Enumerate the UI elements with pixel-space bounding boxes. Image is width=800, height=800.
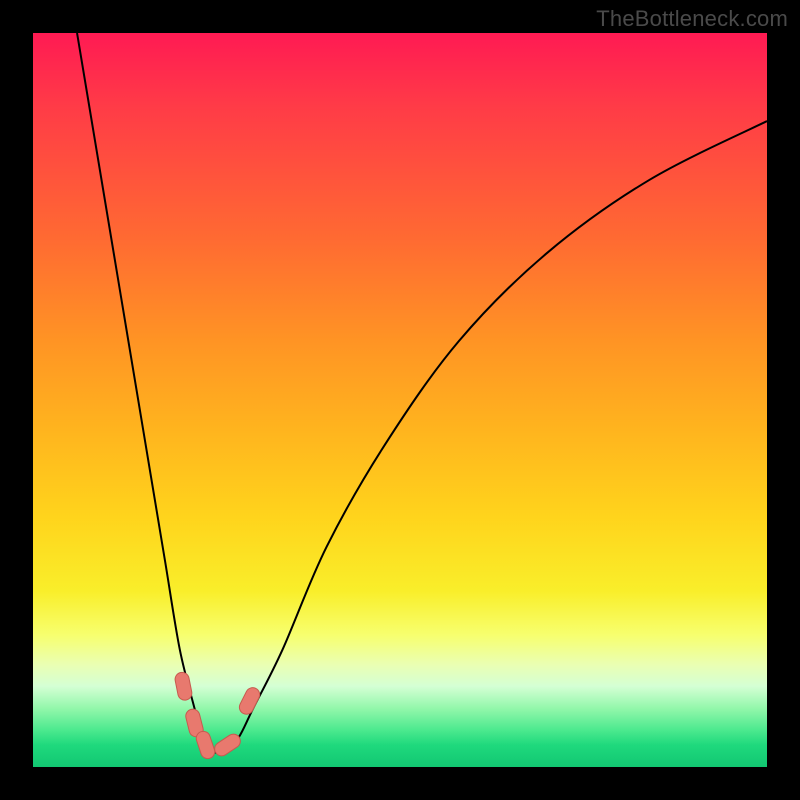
marker-left-descend-1 — [174, 671, 193, 701]
bottleneck-curve — [77, 33, 767, 753]
marker-bottom-right — [212, 731, 243, 758]
marker-right-ascend — [237, 685, 262, 716]
watermark-text: TheBottleneck.com — [596, 6, 788, 32]
chart-plot-area — [33, 33, 767, 767]
bottleneck-chart-svg — [33, 33, 767, 767]
marker-bottom-left — [194, 729, 216, 760]
